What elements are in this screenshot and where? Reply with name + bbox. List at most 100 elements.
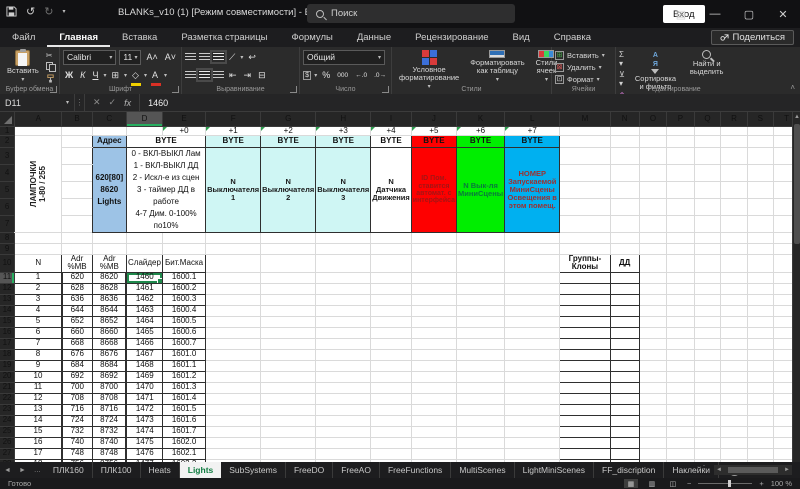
horizontal-scroll-thumb[interactable] (728, 467, 778, 473)
cell[interactable] (505, 305, 560, 316)
cell[interactable] (667, 283, 694, 294)
cell-M20[interactable] (560, 371, 610, 382)
cell[interactable] (371, 360, 411, 371)
cell-C16[interactable]: 8660 (92, 327, 126, 338)
cell[interactable] (457, 371, 505, 382)
lamp-label-cell[interactable]: ЛАМПОЧКИ1-80 / 255 (15, 135, 62, 232)
cell[interactable] (639, 135, 667, 147)
cell[interactable] (747, 272, 774, 283)
cell[interactable] (639, 338, 667, 349)
cell[interactable] (667, 254, 694, 272)
byte-header-cell-J[interactable]: BYTE (411, 135, 456, 147)
cell[interactable] (694, 382, 721, 393)
cell[interactable] (639, 437, 667, 448)
cell[interactable] (639, 294, 667, 305)
merge-center-icon[interactable]: ⊟ (256, 70, 268, 81)
cell[interactable] (667, 360, 694, 371)
cell[interactable] (206, 294, 261, 305)
byte-body-cell-F[interactable]: N Выключателя 1 (206, 147, 261, 232)
name-box[interactable]: D11▾ (0, 94, 75, 111)
cell[interactable] (560, 181, 610, 198)
cell[interactable] (206, 437, 261, 448)
cell-C26[interactable]: 8740 (92, 437, 126, 448)
ribbon-tab-Главная[interactable]: Главная (47, 28, 110, 47)
cell[interactable] (411, 327, 456, 338)
cell[interactable] (261, 426, 316, 437)
cell-M17[interactable] (560, 338, 610, 349)
cell[interactable] (505, 415, 560, 426)
offset-cell-E[interactable]: +0 (163, 126, 206, 135)
zoom-slider-thumb[interactable] (728, 480, 731, 487)
cell[interactable] (721, 426, 747, 437)
minimize-button[interactable]: — (698, 0, 732, 28)
column-header-L[interactable]: L (505, 112, 560, 126)
cell-D13[interactable]: 1462 (126, 294, 162, 305)
cell[interactable] (206, 382, 261, 393)
cell[interactable] (371, 404, 411, 415)
column-header-Q[interactable]: Q (694, 112, 721, 126)
cell[interactable] (667, 382, 694, 393)
maximize-button[interactable]: ▢ (732, 0, 766, 28)
cell[interactable] (694, 232, 721, 243)
cell[interactable] (411, 371, 456, 382)
cell[interactable] (747, 294, 774, 305)
cell-B16[interactable]: 660 (62, 327, 92, 338)
cell-N15[interactable] (610, 316, 639, 327)
wrap-text-icon[interactable]: ↩ (246, 52, 258, 63)
cell[interactable] (667, 164, 694, 181)
cell[interactable] (316, 272, 371, 283)
cell[interactable] (747, 126, 774, 135)
cell[interactable] (505, 448, 560, 459)
cell[interactable] (411, 243, 456, 254)
row-header-21[interactable]: 21 (0, 382, 15, 393)
cell[interactable] (639, 382, 667, 393)
cell[interactable] (667, 243, 694, 254)
cell[interactable] (694, 135, 721, 147)
cell[interactable] (610, 198, 639, 215)
sheet-tab-LightMiniScenes[interactable]: LightMiniScenes (515, 462, 594, 478)
cell[interactable] (560, 232, 610, 243)
cell[interactable] (15, 243, 62, 254)
cell[interactable] (667, 294, 694, 305)
cell[interactable] (747, 426, 774, 437)
cell-A23[interactable]: 13 (15, 404, 62, 415)
cell[interactable] (371, 349, 411, 360)
table-header-N[interactable]: N (15, 254, 62, 272)
cell[interactable] (610, 243, 639, 254)
cell[interactable] (505, 382, 560, 393)
cell[interactable] (316, 371, 371, 382)
cell-M19[interactable] (560, 360, 610, 371)
cell-A24[interactable]: 14 (15, 415, 62, 426)
cell[interactable] (261, 232, 316, 243)
cell[interactable] (371, 371, 411, 382)
cell-E14[interactable]: 1600.4 (163, 305, 206, 316)
ribbon-tab-Данные[interactable]: Данные (345, 28, 403, 47)
cell-M22[interactable] (560, 393, 610, 404)
cell[interactable] (747, 164, 774, 181)
cell-M12[interactable] (560, 283, 610, 294)
cell-C11[interactable]: 8620 (92, 272, 126, 283)
cell[interactable] (667, 371, 694, 382)
row-header-2[interactable]: 2 (0, 135, 15, 147)
format-cells-button[interactable]: ⊡Формат▾ (555, 74, 612, 84)
tabbar-kebab-icon[interactable]: ⋮ (700, 464, 708, 473)
cell-D18[interactable]: 1467 (126, 349, 162, 360)
autosum-icon[interactable]: Σ ▾ (619, 50, 627, 68)
cell[interactable] (411, 232, 456, 243)
sheet-tab-FreeDO[interactable]: FreeDO (286, 462, 333, 478)
cell[interactable] (457, 437, 505, 448)
cell[interactable] (371, 327, 411, 338)
cell[interactable] (206, 360, 261, 371)
cell-B27[interactable]: 748 (62, 448, 92, 459)
cell-A11[interactable]: 1 (15, 272, 62, 283)
cell-M15[interactable] (560, 316, 610, 327)
cell-C13[interactable]: 8636 (92, 294, 126, 305)
cell[interactable] (747, 316, 774, 327)
row-header-5[interactable]: 5 (0, 181, 15, 198)
cell[interactable] (62, 181, 92, 198)
cell[interactable] (694, 437, 721, 448)
row-header-19[interactable]: 19 (0, 360, 15, 371)
cell[interactable] (371, 426, 411, 437)
cell[interactable] (371, 448, 411, 459)
number-format-select[interactable]: Общий▾ (303, 50, 385, 65)
